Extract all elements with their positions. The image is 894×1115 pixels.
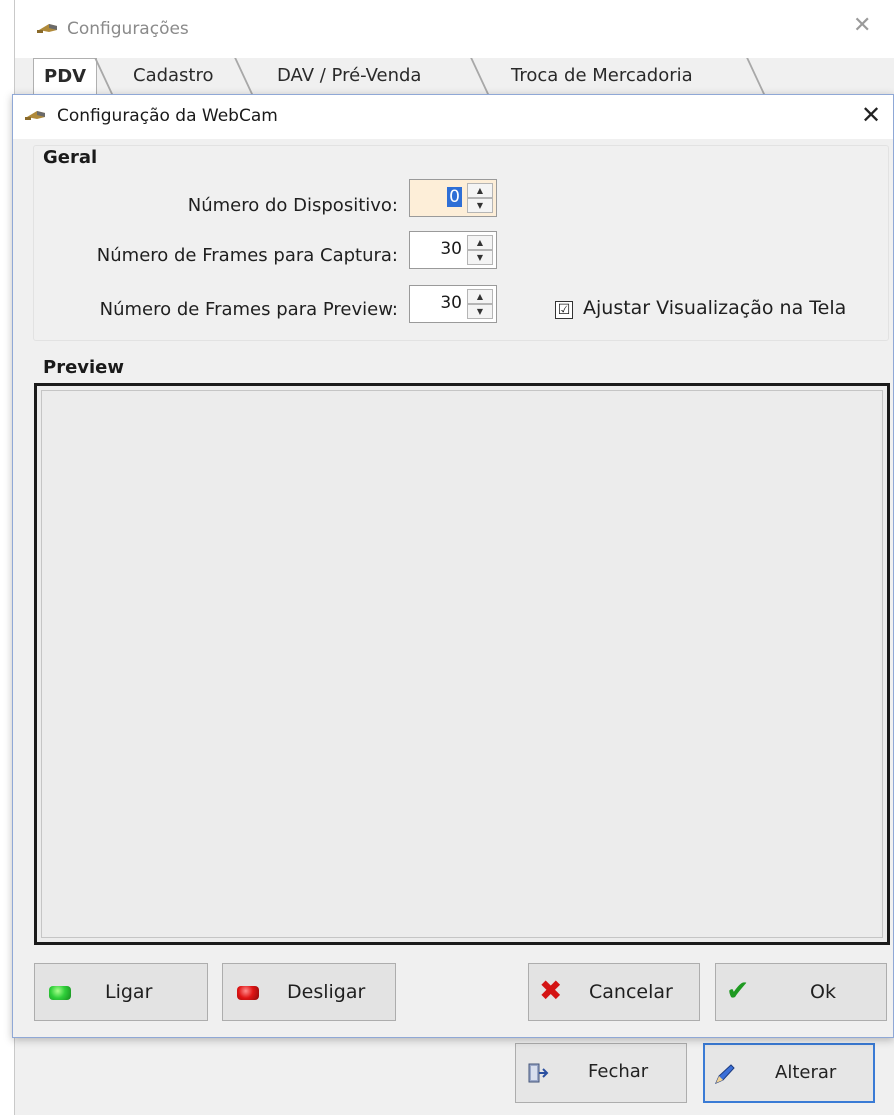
alterar-label: Alterar	[775, 1062, 837, 1083]
cancelar-label: Cancelar	[589, 981, 673, 1003]
fit-to-screen-label[interactable]: Ajustar Visualização na Tela	[583, 297, 846, 319]
preview-group-label: Preview	[43, 357, 125, 378]
spinner-buttons: ▲ ▼	[467, 183, 493, 213]
webcam-config-dialog: Configuração da WebCam ✕ Geral Número do…	[12, 94, 894, 1038]
capture-frames-value: 30	[440, 239, 462, 259]
red-led-icon	[237, 986, 259, 1000]
dialog-title: Configuração da WebCam	[57, 106, 278, 126]
device-number-value: 0	[447, 187, 462, 207]
desligar-label: Desligar	[287, 981, 366, 1003]
exit-door-icon	[528, 1063, 549, 1083]
ok-label: Ok	[810, 981, 836, 1003]
pencil-edit-icon	[715, 1064, 735, 1084]
green-led-icon	[49, 986, 71, 1000]
tab-dav-pre-venda[interactable]: DAV / Pré-Venda	[277, 58, 421, 94]
close-icon[interactable]: ✕	[861, 103, 881, 127]
drill-app-icon	[37, 24, 57, 33]
dialog-titlebar: Configuração da WebCam ✕	[13, 95, 893, 139]
ok-button[interactable]: ✔ Ok	[715, 963, 887, 1021]
spinner-buttons: ▲ ▼	[467, 289, 493, 319]
parent-titlebar: Configurações ✕	[15, 0, 894, 58]
tab-cadastro[interactable]: Cadastro	[133, 58, 214, 94]
close-icon[interactable]: ✕	[853, 15, 871, 37]
preview-frames-value: 30	[440, 293, 462, 313]
preview-frames-spinner[interactable]: 30 ▲ ▼	[409, 285, 497, 323]
ligar-button[interactable]: Ligar	[34, 963, 208, 1021]
spin-up-arrow-icon[interactable]: ▲	[467, 183, 493, 198]
ligar-label: Ligar	[105, 981, 153, 1003]
cancel-x-icon: ✖	[539, 974, 563, 1007]
checkmark-icon: ✔	[726, 974, 750, 1007]
drill-app-icon	[25, 111, 45, 120]
preview-frames-label: Número de Frames para Preview:	[99, 299, 398, 320]
fit-to-screen-checkbox[interactable]: ☑	[555, 301, 573, 319]
geral-group-label: Geral	[43, 147, 98, 168]
webcam-preview-area	[34, 383, 890, 945]
fechar-label: Fechar	[588, 1061, 649, 1082]
tab-pdv[interactable]: PDV	[33, 58, 98, 95]
parent-window-title: Configurações	[67, 19, 189, 39]
capture-frames-label: Número de Frames para Captura:	[96, 245, 398, 266]
spin-down-arrow-icon[interactable]: ▼	[467, 250, 493, 265]
spin-up-arrow-icon[interactable]: ▲	[467, 235, 493, 250]
tab-separator	[746, 58, 765, 94]
capture-frames-spinner[interactable]: 30 ▲ ▼	[409, 231, 497, 269]
spin-down-arrow-icon[interactable]: ▼	[467, 304, 493, 319]
spin-up-arrow-icon[interactable]: ▲	[467, 289, 493, 304]
spin-down-arrow-icon[interactable]: ▼	[467, 198, 493, 213]
device-number-label: Número do Dispositivo:	[187, 195, 398, 216]
device-number-spinner[interactable]: 0 ▲ ▼	[409, 179, 497, 217]
alterar-button[interactable]: Alterar	[703, 1043, 875, 1103]
tab-separator	[234, 58, 253, 94]
preview-inner-frame	[41, 390, 883, 938]
tab-troca-de-mercadoria[interactable]: Troca de Mercadoria	[511, 58, 693, 94]
desligar-button[interactable]: Desligar	[222, 963, 396, 1021]
cancelar-button[interactable]: ✖ Cancelar	[528, 963, 700, 1021]
fechar-button[interactable]: Fechar	[515, 1043, 687, 1103]
spinner-buttons: ▲ ▼	[467, 235, 493, 265]
tab-separator	[470, 58, 489, 94]
